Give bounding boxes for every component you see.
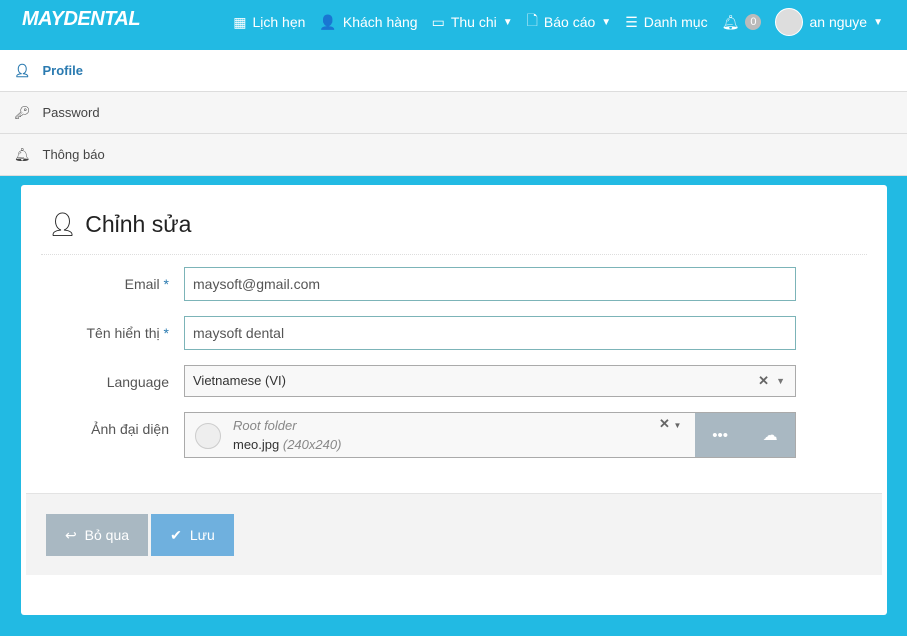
database-icon: ☰ [625,13,638,30]
check-icon: ✔ [170,526,182,543]
notification-badge: 0 [745,14,762,30]
clear-icon[interactable]: ✕ [758,366,769,396]
user-icon: 👤︎ [48,211,78,237]
bell-icon: 🔔︎ [721,13,740,30]
calendar-icon: ▦ [233,13,247,30]
name-label: Tên hiển thị * [86,325,169,341]
caret-down-icon: ▼ [601,16,612,28]
avatar-label: Ảnh đại diện [91,421,169,437]
bell-icon: 🔔︎ [14,146,31,162]
top-nav: MAYDENTAL ▦ Lịch hẹn 👤 Khách hàng ▭ Thu chi… [0,0,907,50]
file-name: meo.jpg (240x240) [233,437,342,452]
form-footer: ↩ Bỏ qua ✔ Lưu [26,493,882,575]
nav-khach-hang[interactable]: 👤 Khách hàng [319,14,417,31]
divider [41,254,867,255]
avatar [775,8,804,36]
user-icon: 👤︎ [14,62,31,78]
reply-icon: ↩ [64,526,77,543]
user-menu[interactable]: an nguye ▼ [775,8,883,36]
sidebar: 👤︎ Profile 🔑︎ Password 🔔︎ Thông báo [0,50,907,176]
page-title: 👤︎ Chỉnh sửa [48,211,192,237]
email-label: Email * [124,276,169,292]
file-icon: 🗋 [526,12,538,28]
key-icon: 🔑︎ [14,104,31,120]
nav-bao-cao[interactable]: 🗋 Báo cáo ▼ [527,10,612,34]
language-select[interactable]: Vietnamese (VI) ✕ ▼ [184,365,796,397]
save-button[interactable]: ✔ Lưu [151,514,234,556]
sidebar-item-password[interactable]: 🔑︎ Password [0,92,907,134]
clear-icon[interactable]: ✕ ▼ [659,416,681,432]
sidebar-item-thong-bao[interactable]: 🔔︎ Thông báo [0,134,907,176]
edit-profile-card: 👤︎ Chỉnh sửa Email * maysoft@gmail.com Tê… [21,185,887,615]
more-icon[interactable]: ••• [712,427,728,444]
display-name-field[interactable]: maysoft dental [184,316,796,350]
logo[interactable]: MAYDENTAL [22,8,141,31]
language-label: Language [106,374,169,390]
caret-down-icon: ▼ [502,16,513,28]
notifications[interactable]: 🔔︎ 0 [722,14,762,31]
sidebar-item-profile[interactable]: 👤︎ Profile [0,50,907,92]
avatar-thumbnail [195,423,221,449]
caret-down-icon: ▼ [776,376,785,386]
user-doctor-icon: 👤 [319,13,337,30]
caret-down-icon: ▼ [873,16,883,28]
money-icon: ▭ [431,13,445,30]
email-field[interactable]: maysoft@gmail.com [184,267,796,301]
cancel-button[interactable]: ↩ Bỏ qua [46,514,148,556]
folder-name: Root folder [233,418,297,433]
nav-lich-hen[interactable]: ▦ Lịch hẹn [233,14,305,31]
nav-thu-chi[interactable]: ▭ Thu chi ▼ [432,14,513,31]
avatar-file-picker[interactable]: Root folder meo.jpg (240x240) ✕ ▼ ••• ☁ [184,412,796,458]
nav-danh-muc[interactable]: ☰ Danh mục [625,14,707,31]
cloud-upload-icon[interactable]: ☁ [763,426,778,444]
